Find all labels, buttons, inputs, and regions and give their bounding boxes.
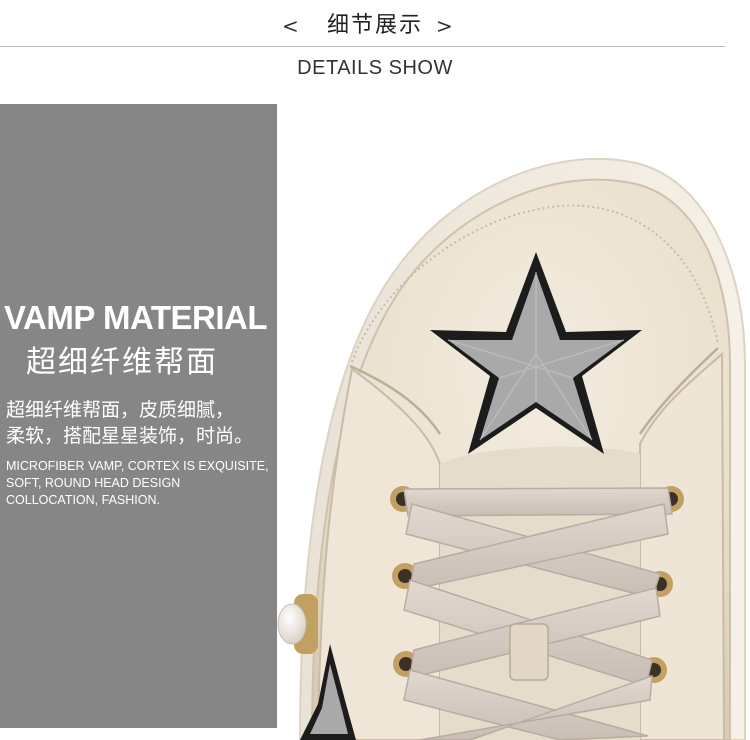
description-en-line: COLLOCATION, FASHION. bbox=[6, 493, 160, 507]
description-en: MICROFIBER VAMP, CORTEX IS EXQUISITE, SO… bbox=[6, 458, 269, 509]
chevron-right-icon[interactable]: > bbox=[436, 14, 453, 38]
panel-title-cn: 超细纤维帮面 bbox=[26, 345, 218, 380]
description-cn: 超细纤维帮面，皮质细腻， 柔软，搭配星星装饰，时尚。 bbox=[6, 397, 296, 449]
product-detail-page: < 细节展示 > DETAILS SHOW VAMP MATERIAL 超细纤维… bbox=[0, 0, 750, 740]
header-divider bbox=[0, 46, 725, 47]
panel-title: VAMP MATERIAL bbox=[4, 299, 268, 336]
pearl-ornament bbox=[277, 594, 318, 654]
lace-keeper bbox=[509, 623, 549, 681]
section-subtitle: DETAILS SHOW bbox=[297, 57, 453, 79]
description-en-line: MICROFIBER VAMP, CORTEX IS EXQUISITE, bbox=[6, 459, 269, 473]
section-header: < 细节展示 > bbox=[0, 8, 750, 44]
section-title: 细节展示 bbox=[326, 13, 423, 38]
description-cn-line: 柔软，搭配星星装饰，时尚。 bbox=[6, 425, 254, 447]
description-cn-line: 超细纤维帮面，皮质细腻， bbox=[6, 399, 235, 421]
description-en-line: SOFT, ROUND HEAD DESIGN bbox=[6, 476, 181, 490]
